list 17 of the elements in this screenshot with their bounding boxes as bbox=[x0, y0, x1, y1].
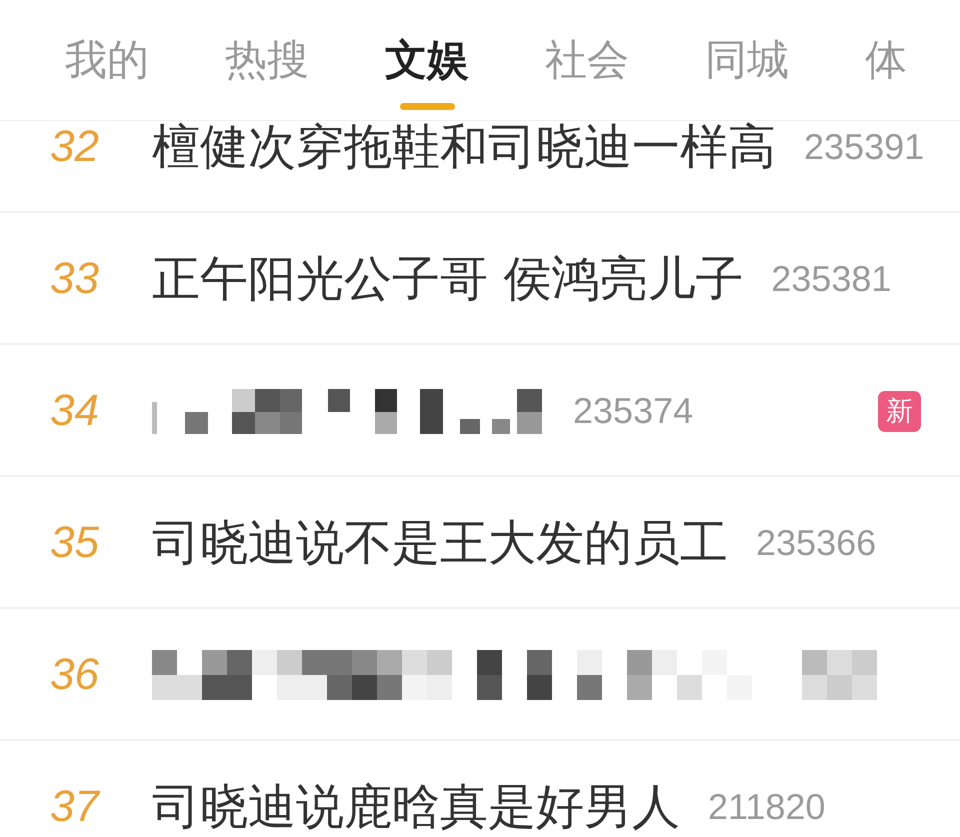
heat-count: 235391 bbox=[804, 127, 924, 167]
rank-number: 36 bbox=[50, 652, 100, 698]
rank-number: 32 bbox=[50, 124, 100, 170]
topic-title[interactable]: 檀健次穿拖鞋和司晓迪一样高 bbox=[152, 122, 776, 172]
new-tag: 新 bbox=[878, 390, 921, 432]
topic-title[interactable]: 司晓迪说鹿晗真是好男人 bbox=[152, 782, 680, 832]
heat-count: 235374 bbox=[573, 391, 694, 431]
rank-number: 34 bbox=[50, 388, 100, 434]
rank-number: 37 bbox=[50, 784, 102, 830]
heat-count: 235381 bbox=[771, 259, 892, 299]
heat-count: 211820 bbox=[708, 787, 826, 827]
topic-title[interactable]: 司晓迪说不是王大发的员工 bbox=[152, 518, 728, 568]
category-tab[interactable]: 文娱 bbox=[385, 33, 469, 110]
heat-count: 235366 bbox=[756, 523, 876, 563]
rank-number: 35 bbox=[50, 520, 100, 566]
rank-number: 33 bbox=[50, 256, 100, 302]
topic-title[interactable]: 正午阳光公子哥 侯鸿亮儿子 bbox=[152, 254, 744, 304]
